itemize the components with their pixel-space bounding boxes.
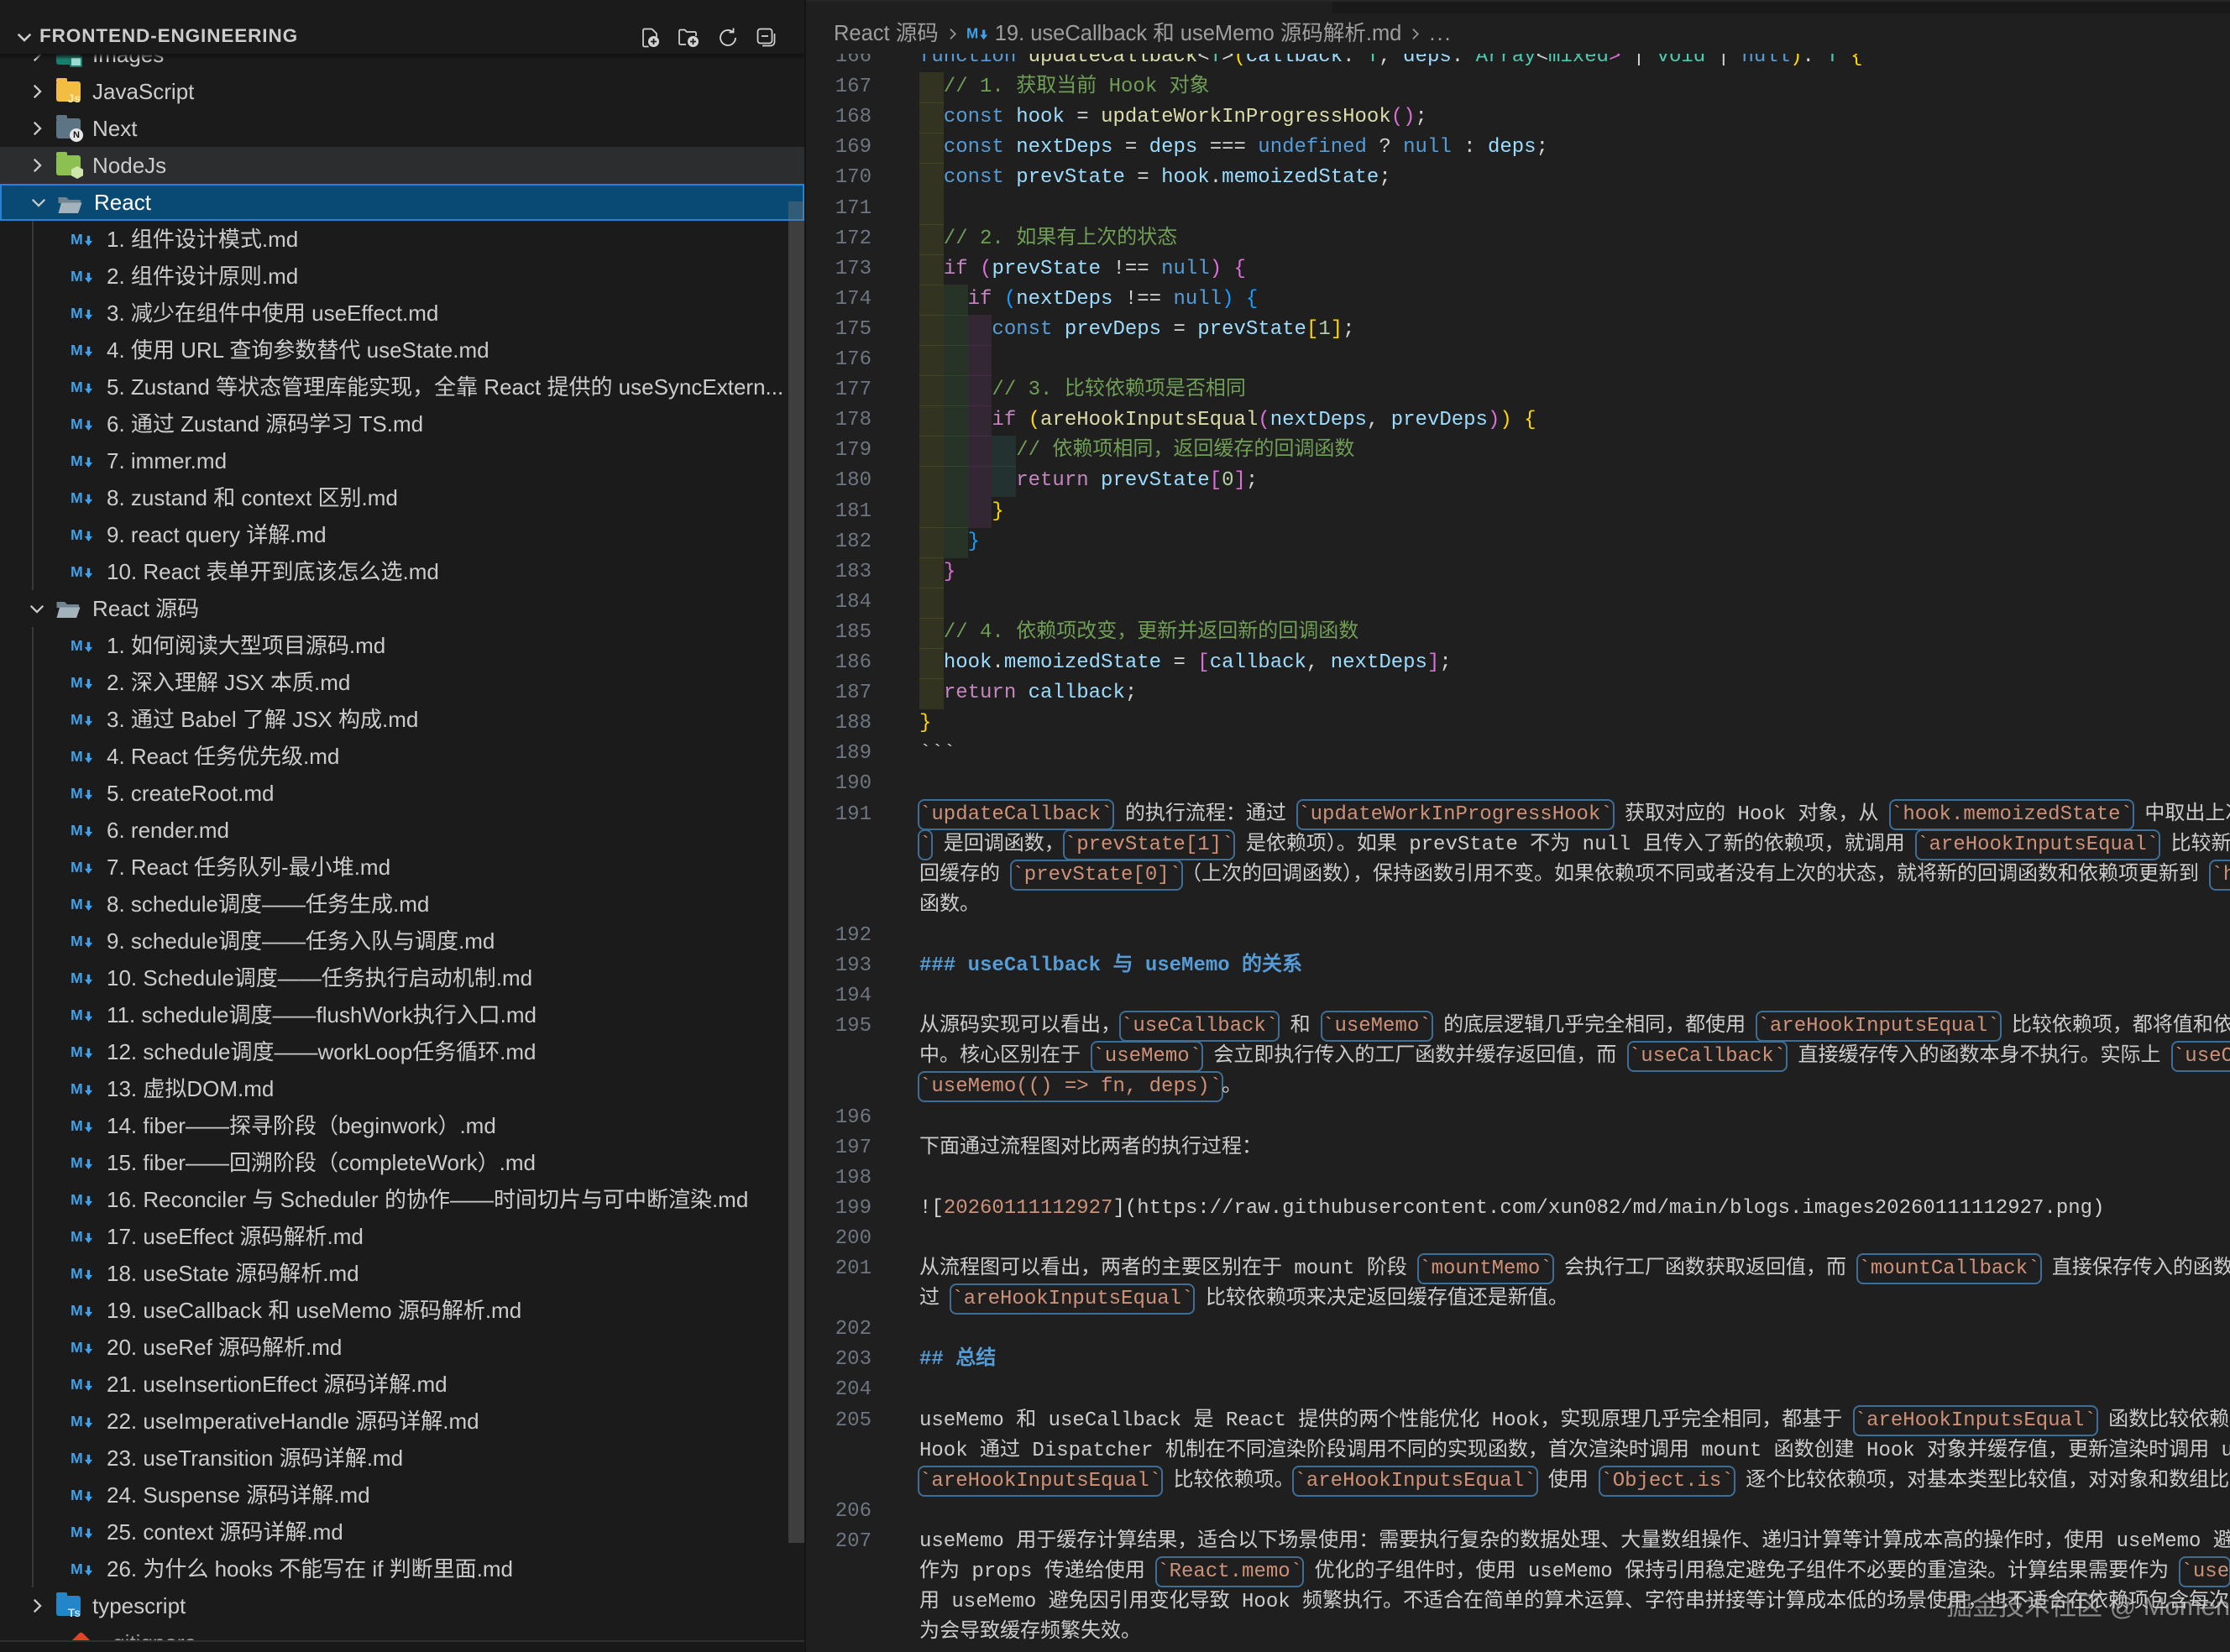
svg-text:M: M xyxy=(71,268,83,285)
svg-text:M: M xyxy=(71,1043,83,1060)
svg-text:M: M xyxy=(71,379,83,395)
svg-text:M: M xyxy=(71,748,83,765)
svg-text:M: M xyxy=(71,489,83,506)
svg-text:M: M xyxy=(71,1450,83,1466)
svg-text:M: M xyxy=(71,1487,83,1503)
svg-text:M: M xyxy=(71,563,83,580)
svg-text:M: M xyxy=(71,1339,83,1356)
svg-text:M: M xyxy=(966,25,978,41)
svg-text:M: M xyxy=(71,1302,83,1319)
svg-text:M: M xyxy=(71,785,83,802)
svg-text:M: M xyxy=(71,452,83,469)
svg-text:M: M xyxy=(71,674,83,691)
svg-text:M: M xyxy=(71,859,83,876)
svg-text:M: M xyxy=(71,1376,83,1393)
svg-text:M: M xyxy=(71,970,83,986)
svg-text:M: M xyxy=(71,1006,83,1023)
svg-text:M: M xyxy=(71,711,83,728)
svg-text:M: M xyxy=(71,1561,83,1577)
svg-text:M: M xyxy=(71,1265,83,1282)
svg-text:M: M xyxy=(71,896,83,912)
svg-text:M: M xyxy=(71,1228,83,1245)
svg-text:M: M xyxy=(71,416,83,432)
svg-text:M: M xyxy=(71,1154,83,1171)
svg-text:M: M xyxy=(71,1413,83,1430)
svg-text:M: M xyxy=(71,342,83,358)
svg-text:M: M xyxy=(71,305,83,322)
svg-text:M: M xyxy=(71,1117,83,1134)
svg-text:M: M xyxy=(71,822,83,839)
svg-text:M: M xyxy=(71,1191,83,1208)
svg-text:M: M xyxy=(71,1524,83,1540)
svg-text:M: M xyxy=(71,637,83,654)
svg-text:M: M xyxy=(71,231,83,248)
svg-text:M: M xyxy=(71,1080,83,1097)
svg-text:M: M xyxy=(71,526,83,543)
svg-text:M: M xyxy=(71,933,83,949)
